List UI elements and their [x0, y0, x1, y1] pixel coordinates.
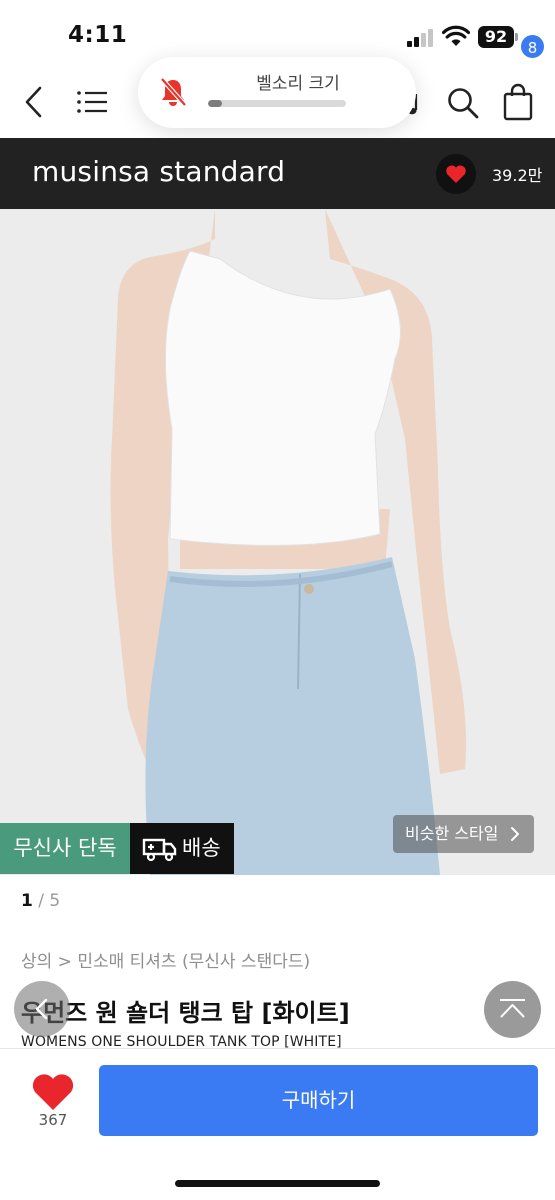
shipping-badge-label: 배송 [182, 836, 221, 860]
pager-current: 1 [21, 891, 33, 911]
product-photo [0, 209, 555, 875]
bell-muted-icon [160, 77, 187, 107]
buy-button[interactable]: 구매하기 [99, 1065, 538, 1136]
exclusive-badge: 무신사 단독 [0, 823, 130, 874]
search-icon[interactable] [446, 86, 480, 120]
back-icon[interactable] [20, 84, 50, 120]
scroll-top-button[interactable] [484, 981, 541, 1038]
heart-icon [446, 165, 466, 183]
brand-bar[interactable]: musinsa standard 39.2만 [0, 138, 555, 209]
product-image[interactable] [0, 209, 555, 875]
volume-slider-fill [208, 100, 222, 107]
status-time: 4:11 [68, 22, 128, 48]
brand-like-count: 39.2만 [492, 166, 543, 185]
wifi-icon [442, 25, 470, 46]
volume-label: 벨소리 크기 [256, 74, 340, 94]
brand-name[interactable]: musinsa standard [32, 155, 285, 188]
similar-style-label: 비슷한 스타일 [405, 824, 499, 843]
shipping-badge: 배송 [130, 823, 234, 874]
product-subtitle: WOMENS ONE SHOULDER TANK TOP [WHITE] [21, 1034, 342, 1048]
battery-level: 92 [478, 26, 514, 48]
volume-hud: 벨소리 크기 [138, 57, 416, 128]
breadcrumb[interactable]: 상의 > 민소매 티셔츠 (무신사 스탠다드) [21, 947, 310, 972]
arrow-up-icon [500, 999, 525, 1018]
cellular-signal-icon [407, 29, 435, 47]
pager-total: 5 [49, 891, 61, 911]
chevron-left-icon [35, 998, 48, 1020]
floating-back-button[interactable] [14, 981, 70, 1037]
product-title: 우먼즈 원 숄더 탱크 탑 [화이트] [21, 999, 350, 1027]
battery-icon: 92 [478, 26, 520, 48]
shopping-bag-icon[interactable] [502, 82, 534, 122]
home-indicator [175, 1180, 380, 1187]
delivery-truck-icon [142, 838, 177, 862]
volume-slider[interactable] [208, 100, 346, 107]
like-count: 367 [38, 1111, 68, 1129]
pager-separator: / [32, 891, 50, 911]
brand-like-button[interactable] [436, 154, 476, 194]
cart-count-badge: 8 [519, 33, 546, 60]
image-pager: 1 / 5 [21, 891, 60, 911]
chevron-right-icon [511, 827, 519, 841]
heart-icon[interactable] [30, 1072, 76, 1112]
menu-icon[interactable] [76, 88, 110, 116]
similar-style-button[interactable]: 비슷한 스타일 [393, 815, 534, 853]
